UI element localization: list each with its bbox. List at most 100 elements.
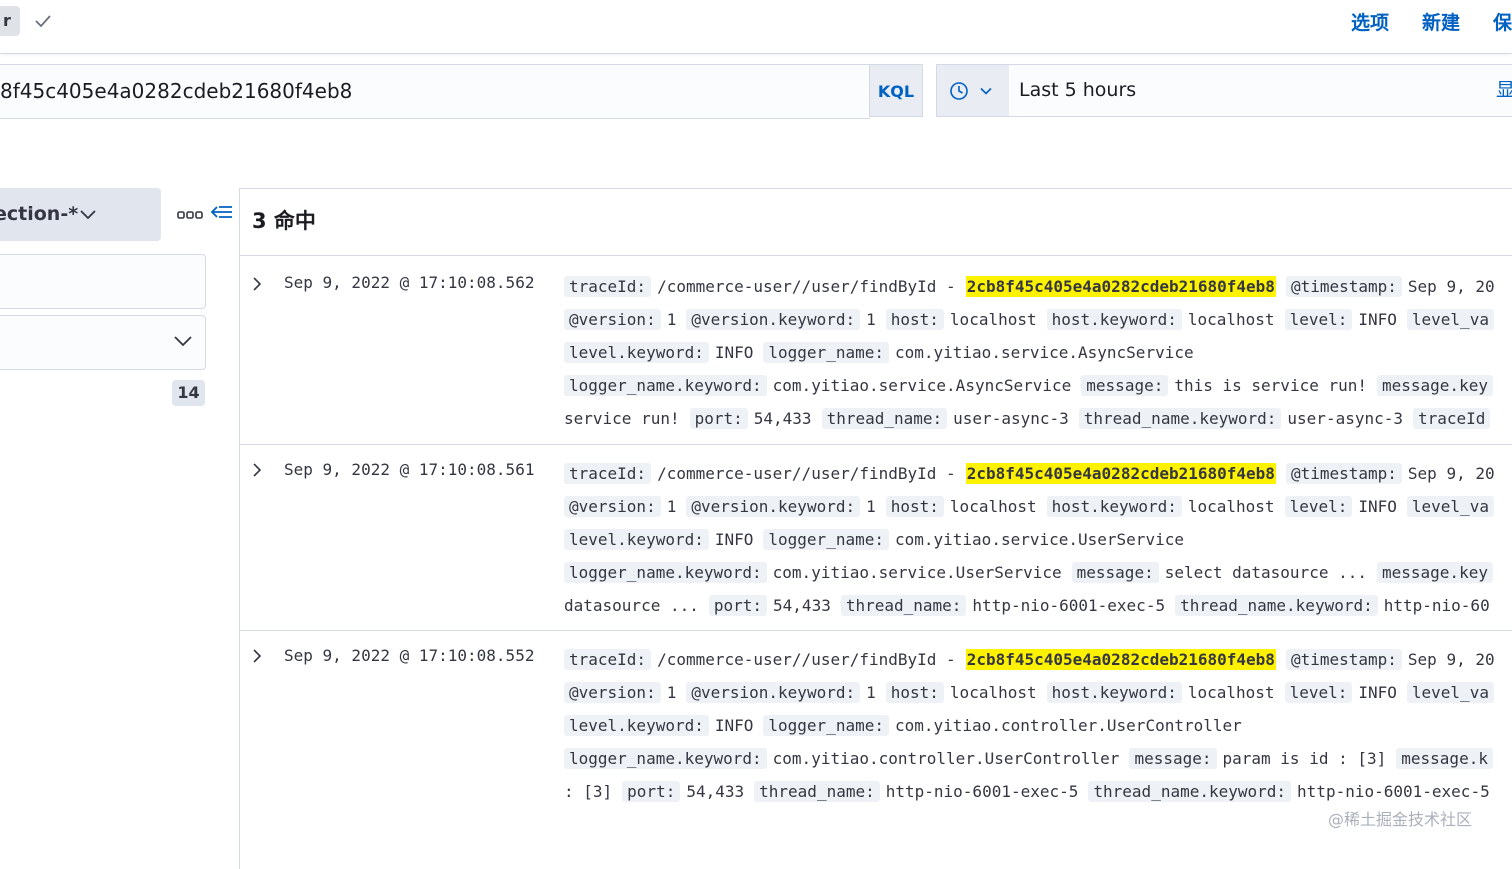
field-value: this is service run! <box>1174 376 1367 395</box>
row-timestamp: Sep 9, 2022 @ 17:10:08.552 <box>284 646 535 665</box>
quick-select-button[interactable] <box>937 65 1009 116</box>
field-key: logger_name: <box>763 715 889 736</box>
field-key: message.k <box>1396 748 1493 769</box>
expand-row-icon[interactable] <box>250 462 264 478</box>
field-value: select datasource ... <box>1164 563 1367 582</box>
field-key: host.keyword: <box>1046 682 1182 703</box>
field-value: INFO <box>1358 497 1397 516</box>
field-value: 1 <box>666 683 677 702</box>
field-key: host: <box>885 309 944 330</box>
field-value: com.yitiao.controller.UserController <box>772 749 1120 768</box>
index-pattern-label: ection-* <box>0 203 79 225</box>
options-link[interactable]: 选项 <box>1351 8 1389 35</box>
field-key: @timestamp: <box>1285 463 1402 484</box>
field-key: host: <box>885 496 944 517</box>
field-key: level.keyword: <box>564 715 709 736</box>
doc-line: traceId: /commerce-user//user/findById - 2… <box>564 647 1505 673</box>
field-value: localhost <box>1187 310 1275 329</box>
field-value: localhost <box>949 683 1037 702</box>
field-key: traceId <box>1413 408 1491 429</box>
time-range-text[interactable]: Last 5 hours <box>1019 65 1136 116</box>
clock-icon <box>950 82 968 100</box>
doc-line: @version: 1 @version.keyword: 1 host: localho… <box>564 494 1500 520</box>
expand-row-icon[interactable] <box>250 276 264 292</box>
field-value: com.yitiao.controller.UserController <box>894 716 1242 735</box>
doc-line: traceId: /commerce-user//user/findById - 2… <box>564 274 1505 300</box>
field-key: message: <box>1081 375 1169 396</box>
chevron-down-icon <box>980 87 992 95</box>
field-value: Sep 9, 20 <box>1407 464 1495 483</box>
watermark: @稀土掘金技术社区 <box>1328 810 1473 829</box>
field-key: thread_name: <box>840 595 967 616</box>
field-value: /commerce-user//user/findById - <box>657 464 956 483</box>
field-value: INFO <box>714 716 754 735</box>
doc-line: @version: 1 @version.keyword: 1 host: localho… <box>564 307 1500 333</box>
field-key: @version: <box>564 309 661 330</box>
save-link[interactable]: 保 <box>1493 8 1512 35</box>
divider <box>240 255 1512 256</box>
index-pattern-select[interactable]: ection-* <box>0 188 161 241</box>
field-value: Sep 9, 20 <box>1407 650 1495 669</box>
field-key: level.keyword: <box>564 529 709 550</box>
field-value: INFO <box>1358 310 1397 329</box>
field-count-badge: 14 <box>172 380 205 406</box>
doc-line: level.keyword: INFO logger_name: com.yitiao… <box>564 340 1204 366</box>
field-key: logger_name.keyword: <box>564 375 767 396</box>
divider <box>240 444 1512 445</box>
row-timestamp: Sep 9, 2022 @ 17:10:08.561 <box>284 460 535 479</box>
expand-row-icon[interactable] <box>250 648 264 664</box>
doc-line: service run! port: 54,433 thread_name: user-… <box>564 406 1496 432</box>
field-key: @version: <box>564 496 661 517</box>
doc-line: datasource ... port: 54,433 thread_name: htt… <box>564 593 1500 619</box>
more-options-icon[interactable] <box>177 205 203 225</box>
field-value: INFO <box>714 343 754 362</box>
field-value: 1 <box>866 310 876 329</box>
field-key: thread_name.keyword: <box>1088 781 1292 802</box>
field-value: localhost <box>949 497 1037 516</box>
field-value: 1 <box>666 497 677 516</box>
field-key: host.keyword: <box>1046 309 1182 330</box>
field-key: message: <box>1071 562 1159 583</box>
doc-line: level.keyword: INFO logger_name: com.yitiao… <box>564 527 1194 553</box>
highlighted-match: 2cb8f45c405e4a0282cdeb21680f4eb8 <box>965 649 1276 670</box>
field-search-input[interactable] <box>0 254 206 309</box>
field-key: level.keyword: <box>564 342 709 363</box>
field-key: logger_name.keyword: <box>564 748 767 769</box>
chevron-down-icon[interactable] <box>172 331 194 351</box>
field-key: host.keyword: <box>1046 496 1182 517</box>
field-value: : [3] <box>564 782 613 801</box>
field-key: message.key <box>1377 562 1493 583</box>
field-key: thread_name.keyword: <box>1078 408 1282 429</box>
kql-button[interactable]: KQL <box>869 64 923 117</box>
field-key: traceId: <box>564 649 652 670</box>
field-key: @version.keyword: <box>686 496 861 517</box>
field-value: 1 <box>666 310 677 329</box>
search-query-text[interactable]: 8f45c405e4a0282cdeb21680f4eb8 <box>0 66 352 116</box>
field-key: port: <box>689 408 748 429</box>
doc-line: logger_name.keyword: com.yitiao.service.U… <box>564 560 1499 586</box>
date-picker[interactable]: Last 5 hours 显 <box>936 64 1512 117</box>
query-menu-button[interactable]: r <box>0 6 20 36</box>
collapse-sidebar-icon[interactable] <box>210 203 234 225</box>
doc-line: logger_name.keyword: com.yitiao.controlle… <box>564 746 1499 772</box>
field-value: localhost <box>1187 497 1275 516</box>
field-value: INFO <box>1358 683 1397 702</box>
field-key: thread_name: <box>821 408 948 429</box>
field-value: http-nio-6001-exec-5 <box>1297 782 1490 801</box>
check-icon[interactable] <box>33 11 53 31</box>
field-key: @version.keyword: <box>686 682 861 703</box>
field-value: http-nio-6001-exec-5 <box>972 596 1166 615</box>
field-value: com.yitiao.service.UserService <box>894 530 1184 549</box>
field-key: port: <box>708 595 768 616</box>
field-key: level: <box>1284 496 1353 517</box>
new-link[interactable]: 新建 <box>1422 8 1460 35</box>
show-dates-link[interactable]: 显 <box>1496 65 1512 116</box>
divider <box>240 630 1512 631</box>
field-key: logger_name: <box>763 342 889 363</box>
doc-line: @version: 1 @version.keyword: 1 host: localho… <box>564 680 1500 706</box>
field-value: localhost <box>949 310 1037 329</box>
field-value: 1 <box>866 497 876 516</box>
row-timestamp: Sep 9, 2022 @ 17:10:08.562 <box>284 273 535 292</box>
field-value: /commerce-user//user/findById - <box>657 277 956 296</box>
field-key: level: <box>1284 309 1353 330</box>
